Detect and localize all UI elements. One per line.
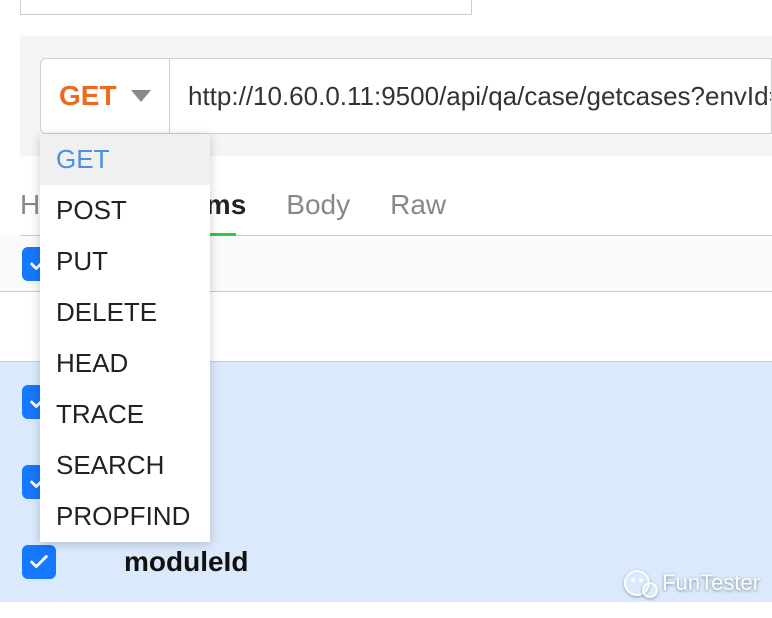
method-option-delete[interactable]: DELETE xyxy=(40,287,210,338)
top-panel-fragment xyxy=(20,0,472,15)
tab-raw[interactable]: Raw xyxy=(390,189,446,227)
http-method-select[interactable]: GET xyxy=(40,58,170,134)
http-method-label: GET xyxy=(59,80,117,112)
method-option-put[interactable]: PUT xyxy=(40,236,210,287)
watermark-text: FunTester xyxy=(662,570,760,596)
tab-body[interactable]: Body xyxy=(286,189,350,227)
method-option-post[interactable]: POST xyxy=(40,185,210,236)
checkmark-icon xyxy=(28,551,50,573)
watermark: FunTester xyxy=(624,568,760,598)
method-option-trace[interactable]: TRACE xyxy=(40,389,210,440)
http-method-dropdown: GET POST PUT DELETE HEAD TRACE SEARCH PR… xyxy=(40,134,210,542)
method-option-head[interactable]: HEAD xyxy=(40,338,210,389)
wechat-icon xyxy=(624,568,654,598)
param-checkbox[interactable] xyxy=(22,545,56,579)
chevron-down-icon xyxy=(131,90,151,102)
param-name: moduleId xyxy=(124,546,248,578)
method-option-search[interactable]: SEARCH xyxy=(40,440,210,491)
tab-params[interactable]: ms xyxy=(206,189,246,227)
url-input[interactable]: http://10.60.0.11:9500/api/qa/case/getca… xyxy=(170,58,772,134)
method-option-get[interactable]: GET xyxy=(40,134,210,185)
method-option-propfind[interactable]: PROPFIND xyxy=(40,491,210,542)
